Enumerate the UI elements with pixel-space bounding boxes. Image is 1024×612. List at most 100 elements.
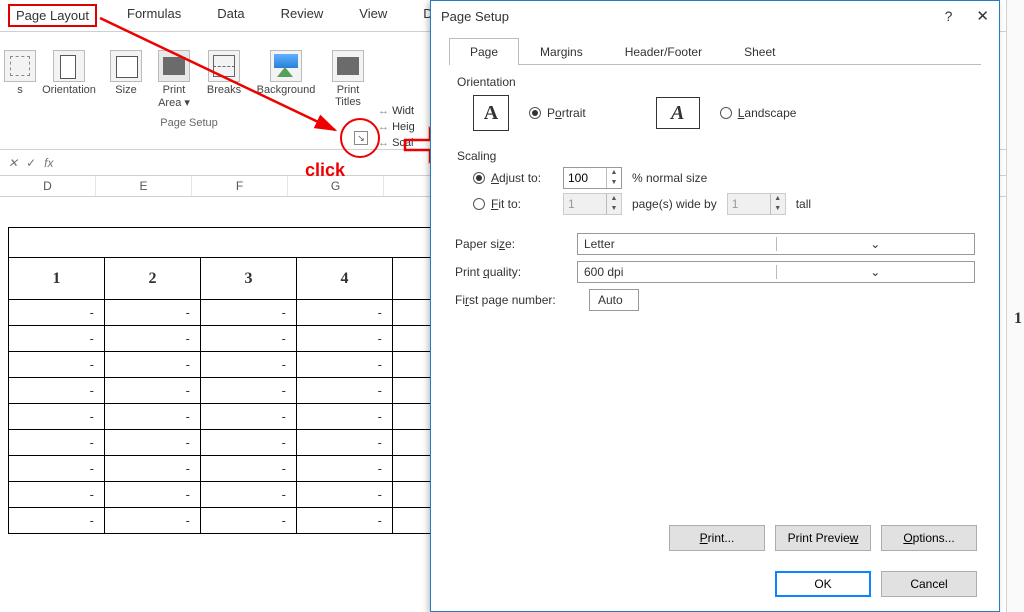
spin-down-icon[interactable]: ▼ <box>607 178 621 188</box>
scaling-group: Scaling Adjust to: ▲▼ % normal size Fit … <box>455 149 975 219</box>
table-header: 3 <box>201 258 297 300</box>
spin-up-icon[interactable]: ▲ <box>607 168 621 178</box>
tab-header-footer[interactable]: Header/Footer <box>604 38 723 65</box>
table-cell[interactable]: - <box>105 378 201 404</box>
table-cell[interactable]: - <box>297 456 393 482</box>
menu-formulas[interactable]: Formulas <box>121 4 187 27</box>
table-cell[interactable]: - <box>201 430 297 456</box>
table-cell[interactable]: - <box>297 378 393 404</box>
chevron-down-icon[interactable]: ⌄ <box>776 237 975 251</box>
portrait-radio[interactable]: Portrait <box>529 106 586 120</box>
spin-down-icon[interactable]: ▼ <box>771 204 785 214</box>
table-cell[interactable]: - <box>201 508 297 534</box>
table-cell[interactable]: - <box>9 300 105 326</box>
ok-button[interactable]: OK <box>775 571 871 597</box>
size-button[interactable]: Size <box>108 50 144 109</box>
fit-to-radio[interactable]: Fit to: <box>473 197 553 211</box>
column-header[interactable]: E <box>96 176 192 196</box>
dialog-help-icon[interactable]: ? <box>945 8 953 24</box>
cancel-button[interactable]: Cancel <box>881 571 977 597</box>
print-titles-button[interactable]: Print Titles <box>328 50 368 109</box>
table-cell[interactable]: - <box>105 404 201 430</box>
table-cell[interactable]: - <box>9 378 105 404</box>
formula-accept-icon[interactable]: ✓ <box>26 156 36 170</box>
adjust-to-radio[interactable]: Adjust to: <box>473 171 553 185</box>
adjust-value-input[interactable]: ▲▼ <box>563 167 622 189</box>
column-header[interactable]: G <box>288 176 384 196</box>
dialog-close-icon[interactable]: ✕ <box>976 7 989 25</box>
menu-data[interactable]: Data <box>211 4 250 27</box>
spin-down-icon[interactable]: ▼ <box>607 204 621 214</box>
radio-unselected-icon <box>720 107 732 119</box>
table-cell[interactable]: - <box>9 326 105 352</box>
spin-up-icon[interactable]: ▲ <box>771 194 785 204</box>
table-cell[interactable]: - <box>9 352 105 378</box>
orientation-button[interactable]: Orientation <box>40 50 98 109</box>
table-cell[interactable]: - <box>201 404 297 430</box>
table-cell[interactable]: - <box>105 482 201 508</box>
print-preview-button[interactable]: Print Preview <box>775 525 871 551</box>
spin-up-icon[interactable]: ▲ <box>607 194 621 204</box>
formula-cancel-icon[interactable]: ✕ <box>8 156 18 170</box>
tab-page[interactable]: Page <box>449 38 519 65</box>
table-cell[interactable]: - <box>9 508 105 534</box>
edge-column: 1 <box>1006 0 1024 612</box>
table-cell[interactable]: - <box>297 300 393 326</box>
tab-margins[interactable]: Margins <box>519 38 604 65</box>
table-cell[interactable]: - <box>105 300 201 326</box>
table-cell[interactable]: - <box>297 508 393 534</box>
radio-selected-icon <box>529 107 541 119</box>
menu-page-layout[interactable]: Page Layout <box>8 4 97 27</box>
table-cell[interactable]: - <box>297 326 393 352</box>
table-cell[interactable]: - <box>297 430 393 456</box>
table-cell[interactable]: - <box>105 430 201 456</box>
column-header[interactable]: F <box>192 176 288 196</box>
table-cell[interactable]: - <box>297 352 393 378</box>
scale-option[interactable]: Scal <box>378 137 415 149</box>
column-header[interactable]: D <box>0 176 96 196</box>
print-titles-label: Print Titles <box>335 84 361 108</box>
table-cell[interactable]: - <box>9 404 105 430</box>
fit-wide-input[interactable]: ▲▼ <box>563 193 622 215</box>
background-button[interactable]: Background <box>254 50 318 109</box>
fit-wide-suffix: page(s) wide by <box>632 197 717 211</box>
table-cell[interactable]: - <box>9 482 105 508</box>
scale-to-fit-group: Widt Heig Scal <box>378 105 415 149</box>
dialog-tabs: Page Margins Header/Footer Sheet <box>449 37 981 65</box>
table-cell[interactable]: - <box>105 326 201 352</box>
options-button[interactable]: Options... <box>881 525 977 551</box>
table-cell[interactable]: - <box>201 352 297 378</box>
chevron-down-icon[interactable]: ⌄ <box>776 265 975 279</box>
table-cell[interactable]: - <box>9 456 105 482</box>
table-cell[interactable]: - <box>105 456 201 482</box>
table-cell[interactable]: - <box>297 404 393 430</box>
page-setup-launcher[interactable] <box>354 131 368 145</box>
first-page-number-input[interactable]: Auto <box>589 289 639 311</box>
paper-size-select[interactable]: Letter ⌄ <box>577 233 975 255</box>
table-cell[interactable]: - <box>201 300 297 326</box>
print-button[interactable]: Print... <box>669 525 765 551</box>
menu-review[interactable]: Review <box>275 4 330 27</box>
width-option[interactable]: Widt <box>378 105 415 117</box>
margins-button[interactable]: s <box>10 50 30 109</box>
landscape-radio[interactable]: Landscape <box>720 106 797 120</box>
background-icon <box>270 50 302 82</box>
margins-icon <box>4 50 36 82</box>
tab-sheet[interactable]: Sheet <box>723 38 796 65</box>
menu-view[interactable]: View <box>353 4 393 27</box>
table-cell[interactable]: - <box>297 482 393 508</box>
fit-tall-input[interactable]: ▲▼ <box>727 193 786 215</box>
breaks-button[interactable]: Breaks <box>204 50 244 109</box>
table-cell[interactable]: - <box>105 508 201 534</box>
print-area-button[interactable]: Print Area ▾ <box>154 50 194 109</box>
fx-icon[interactable]: fx <box>44 156 53 170</box>
table-cell[interactable]: - <box>201 482 297 508</box>
table-cell[interactable]: - <box>201 456 297 482</box>
table-cell[interactable]: - <box>201 326 297 352</box>
table-cell[interactable]: - <box>201 378 297 404</box>
height-option[interactable]: Heig <box>378 121 415 133</box>
table-cell[interactable]: - <box>9 430 105 456</box>
table-cell[interactable]: - <box>105 352 201 378</box>
size-label: Size <box>115 84 136 96</box>
print-quality-select[interactable]: 600 dpi ⌄ <box>577 261 975 283</box>
